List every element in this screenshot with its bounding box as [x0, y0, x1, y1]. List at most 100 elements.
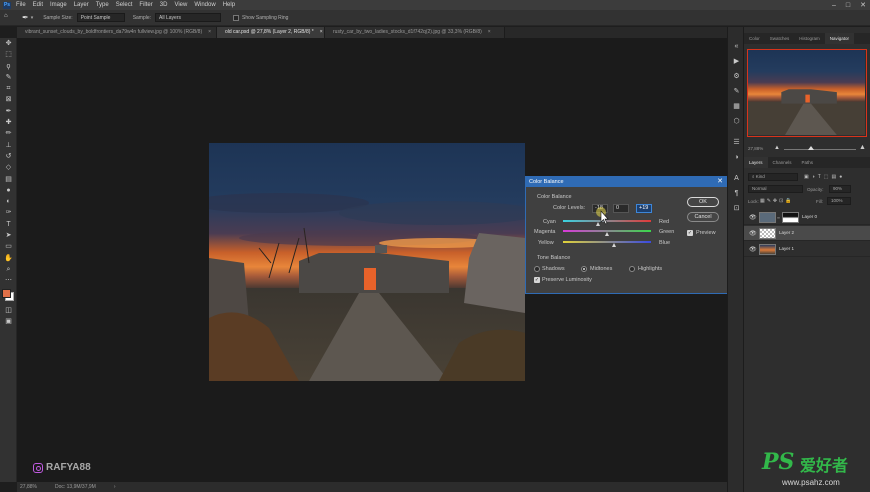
tab-layers[interactable]: Layers [744, 157, 768, 168]
dialog-title[interactable]: Color Balance [526, 177, 727, 187]
hand-tool[interactable]: ✋ [0, 253, 17, 264]
slider-thumb[interactable] [612, 243, 617, 247]
shadows-radio[interactable] [534, 266, 540, 272]
tab-swatches[interactable]: Swatches [765, 33, 795, 44]
lasso-tool[interactable]: ϙ [0, 61, 17, 72]
cube-icon[interactable]: ⬡ [728, 114, 745, 129]
maximize-button[interactable]: □ [846, 2, 850, 9]
navigator-preview[interactable] [747, 49, 867, 137]
visibility-eye-icon[interactable]: 👁 [749, 214, 757, 221]
paragraph-icon[interactable]: ¶ [728, 186, 745, 201]
highlights-radio[interactable] [629, 266, 635, 272]
history-brush-tool[interactable]: ↺ [0, 151, 17, 162]
screen-mode-icon[interactable]: ▣ [0, 316, 17, 327]
layer-name[interactable]: Layer 1 [779, 246, 794, 251]
menu-edit[interactable]: Edit [33, 2, 43, 8]
menu-window[interactable]: Window [194, 2, 215, 8]
layer-row[interactable]: 👁 Layer 1 [744, 242, 870, 257]
path-select-tool[interactable]: ➤ [0, 230, 17, 241]
layer-name[interactable]: Layer 2 [779, 230, 794, 235]
cancel-button[interactable]: Cancel [687, 212, 719, 222]
opacity-input[interactable]: 90% [829, 185, 851, 193]
menu-select[interactable]: Select [116, 2, 133, 8]
zoom-level[interactable]: 27,88% [20, 484, 37, 490]
foreground-color-swatch[interactable] [2, 288, 11, 298]
midtones-radio[interactable] [581, 266, 587, 272]
brush-tool[interactable]: ✏ [0, 128, 17, 139]
lock-icons[interactable]: ▦✎✥⊡🔒 [760, 198, 794, 204]
eyedropper-tool[interactable]: ✒ [0, 106, 17, 117]
menu-help[interactable]: Help [223, 2, 235, 8]
visibility-eye-icon[interactable]: 👁 [749, 230, 757, 237]
play-icon[interactable]: ▶ [728, 54, 745, 69]
healing-tool[interactable]: ✚ [0, 117, 17, 128]
properties-icon[interactable]: ☰ [728, 135, 745, 150]
preview-checkbox[interactable]: ✓ [687, 230, 693, 236]
type-tool[interactable]: T [0, 219, 17, 230]
document-image[interactable] [209, 143, 525, 381]
slider-thumb[interactable] [808, 146, 814, 150]
zoom-in-icon[interactable]: ▲ [859, 144, 866, 151]
fill-input[interactable]: 100% [827, 197, 851, 205]
layer-row[interactable]: 👁 ∞ Layer 0 [744, 210, 870, 225]
blend-mode-select[interactable]: Normal [748, 185, 803, 193]
menu-layer[interactable]: Layer [74, 2, 89, 8]
home-icon[interactable]: ⌂ [4, 13, 14, 23]
menu-type[interactable]: Type [96, 2, 109, 8]
sample-size-select[interactable]: Point Sample [76, 13, 125, 22]
yellow-blue-slider[interactable] [563, 241, 651, 247]
quick-mask-icon[interactable]: ◫ [0, 305, 17, 316]
tab-paths[interactable]: Paths [797, 157, 819, 168]
layer-mask-thumbnail[interactable] [782, 212, 799, 223]
tab-old-car[interactable]: old car.psd @ 27,8% (Layer 2, RGB/8) * × [217, 27, 325, 38]
show-sampling-ring-checkbox[interactable] [233, 14, 240, 21]
blur-tool[interactable]: ● [0, 185, 17, 196]
layer-row[interactable]: 👁 Layer 2 [744, 226, 870, 241]
minimize-button[interactable]: – [832, 2, 836, 9]
navigator-zoom[interactable]: 27,88% [748, 146, 763, 151]
move-tool[interactable]: ✥ [0, 38, 17, 49]
brush-settings-icon[interactable]: ✎ [728, 84, 745, 99]
menu-image[interactable]: Image [50, 2, 67, 8]
close-icon[interactable]: × [488, 27, 491, 38]
tab-channels[interactable]: Channels [768, 157, 797, 168]
dodge-tool[interactable]: ◐ [0, 196, 17, 207]
status-arrow-icon[interactable]: › [114, 484, 116, 490]
close-window-button[interactable]: ✕ [860, 1, 866, 9]
tab-color[interactable]: Color [744, 33, 765, 44]
close-icon[interactable]: × [320, 27, 323, 38]
frame-tool[interactable]: ⊠ [0, 94, 17, 105]
preserve-luminosity-checkbox[interactable]: ✓ [534, 277, 540, 283]
collapse-icon[interactable]: « [728, 39, 745, 54]
eraser-tool[interactable]: ◇ [0, 162, 17, 173]
tab-rusty-car[interactable]: rusty_car_by_two_ladies_stocks_d1f742q(2… [325, 27, 505, 38]
tab-histogram[interactable]: Histogram [794, 33, 825, 44]
adjust-icon[interactable]: ⚙ [728, 69, 745, 84]
pen-tool[interactable]: ✑ [0, 207, 17, 218]
layer-name[interactable]: Layer 0 [802, 214, 817, 219]
close-icon[interactable]: × [208, 27, 211, 38]
adjustments-icon[interactable]: ◑ [728, 150, 745, 165]
level-magenta-green-input[interactable]: 0 [613, 204, 629, 213]
swatch-icon[interactable]: ▦ [728, 99, 745, 114]
character-icon[interactable]: A [728, 171, 745, 186]
close-icon[interactable]: ✕ [717, 177, 723, 187]
stamp-tool[interactable]: ⊥ [0, 140, 17, 151]
menu-filter[interactable]: Filter [139, 2, 152, 8]
zoom-tool[interactable]: ⌕ [0, 264, 17, 275]
gradient-tool[interactable]: ▤ [0, 174, 17, 185]
chevron-down-icon[interactable]: ▾ [31, 15, 34, 21]
marquee-tool[interactable]: ⬚ [0, 49, 17, 60]
chain-icon[interactable]: ∞ [777, 215, 780, 220]
menu-view[interactable]: View [174, 2, 187, 8]
ok-button[interactable]: OK [687, 197, 719, 207]
level-yellow-blue-input[interactable]: +19 [636, 204, 652, 213]
layer-kind-filter[interactable]: ⌕ Kind [748, 173, 798, 181]
glyphs-icon[interactable]: ⊡ [728, 201, 745, 216]
photoshop-logo[interactable]: Ps [3, 1, 11, 9]
navigator-zoom-slider[interactable] [784, 146, 856, 150]
visibility-eye-icon[interactable]: 👁 [749, 246, 757, 253]
sample-select[interactable]: All Layers [155, 13, 222, 22]
crop-tool[interactable]: ⌗ [0, 83, 17, 94]
menu-3d[interactable]: 3D [160, 2, 168, 8]
